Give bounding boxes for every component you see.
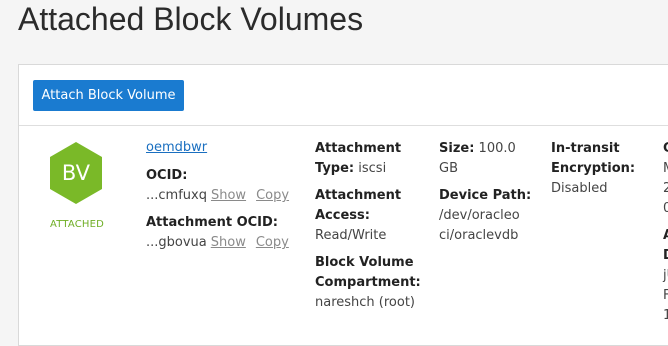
clipped-column: C M 2 0 A D jU F 1 [663,139,668,326]
size-device-column: Size: 100.0 GB Device Path: /dev/oracleo… [439,139,539,246]
size-value: 100.0 [478,141,516,156]
ocid-copy-link[interactable]: Copy [256,188,289,203]
page-title: Attached Block Volumes [18,1,364,37]
badge-initials: BV [61,161,91,185]
volume-name-link[interactable]: oemdbwr [146,140,207,155]
attachment-type-label-2: Type: [315,161,355,176]
encryption-value: Disabled [551,181,608,196]
attachment-access-value: Read/Write [315,228,387,243]
ocid-show-link[interactable]: Show [211,188,246,203]
attachment-ocid-show-link[interactable]: Show [211,235,246,250]
attachment-ocid-label: Attachment OCID: [146,215,278,230]
encryption-label-2: Encryption: [551,161,636,176]
attach-block-volume-button[interactable]: Attach Block Volume [33,80,184,111]
clipped-value-4: jU [663,268,668,283]
attachment-access-label-1: Attachment [315,188,402,203]
clipped-value-6: 1 [663,308,668,323]
attachment-ocid-copy-link[interactable]: Copy [256,235,289,250]
clipped-label-d: D [663,246,668,266]
panel-toolbar: Attach Block Volume [19,65,668,126]
device-path-value-2: ci/oraclevdb [439,228,519,243]
clipped-label-a: A [663,226,668,246]
compartment-value: nareshch (root) [315,295,416,310]
encryption-column: In-transit Encryption: Disabled [551,139,651,199]
attachment-details-column: Attachment Type: iscsi Attachment Access… [315,139,435,313]
clipped-value-1: M [663,159,668,179]
clipped-label-top: C [663,141,668,156]
compartment-label-2: Compartment: [315,275,421,290]
attachment-ocid-value: ...gbovua [146,235,207,250]
attachment-access-label-2: Access: [315,208,370,223]
ocid-row: ...cmfuxq Show Copy [146,186,306,206]
ocid-value: ...cmfuxq [146,188,207,203]
clipped-value-3: 0 [663,201,668,216]
device-path-label: Device Path: [439,188,532,203]
clipped-value-2: 2 [663,181,668,196]
attachment-type-value: iscsi [358,161,387,176]
attachment-ocid-row: ...gbovua Show Copy [146,233,306,253]
size-label: Size: [439,141,475,156]
ocid-column: OCID: ...cmfuxq Show Copy Attachment OCID:… [146,166,306,253]
block-volume-icon: BV [49,141,103,205]
attached-volumes-panel: Attach Block Volume BV ATTACHED oemdbwr … [18,64,668,346]
compartment-label-1: Block Volume [315,255,414,270]
status-badge: ATTACHED [49,219,105,230]
size-unit: GB [439,161,458,176]
encryption-label-1: In-transit [551,141,620,156]
ocid-label: OCID: [146,168,188,183]
clipped-value-5: F [663,288,668,303]
device-path-value-1: /dev/oracleo [439,208,520,223]
attachment-type-label-1: Attachment [315,141,402,156]
